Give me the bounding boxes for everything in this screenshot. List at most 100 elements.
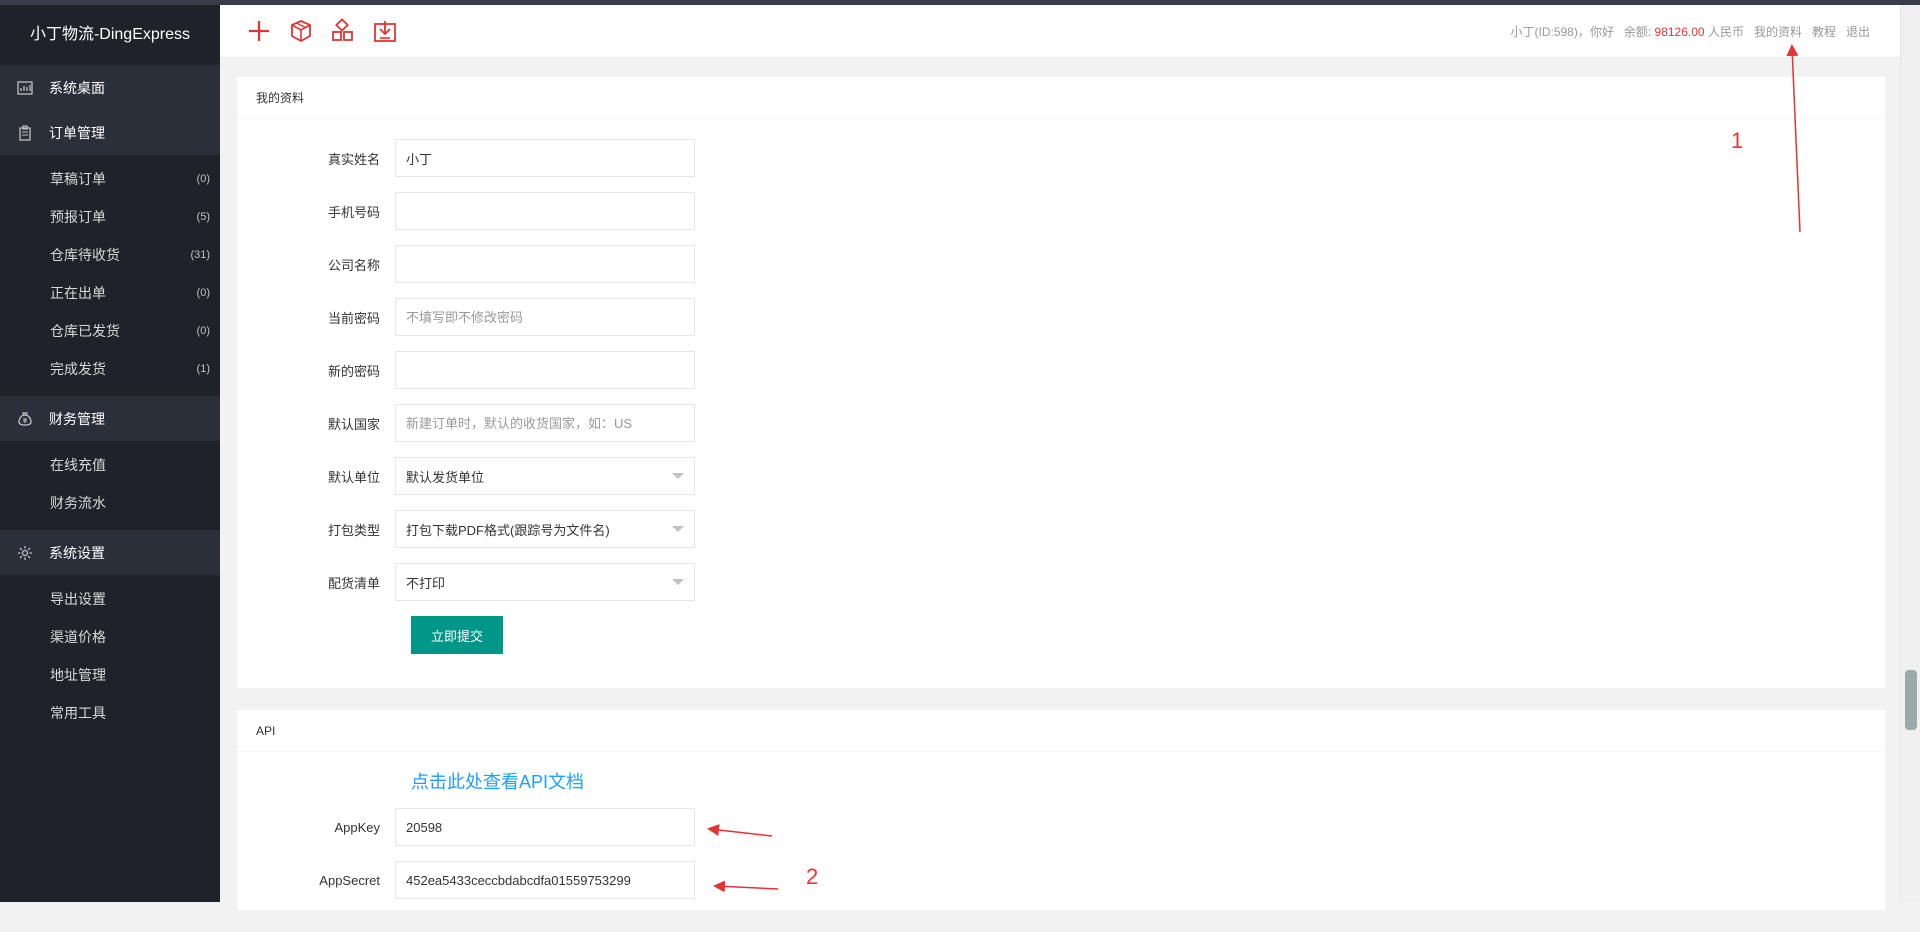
profile-form: 真实姓名 手机号码 公司名称 当前密码 新的密码 默认国家 — [237, 119, 1885, 688]
sidebar-group-label: 财务管理 — [49, 410, 105, 427]
sidebar-item-draft-orders[interactable]: 草稿订单 (0) — [0, 160, 220, 198]
field-label: AppSecret — [319, 872, 380, 888]
default-unit-select[interactable]: 默认发货单位 — [395, 457, 695, 495]
balance-label: 余额: — [1623, 24, 1652, 39]
appkey-input[interactable] — [395, 808, 695, 846]
phone-input[interactable] — [395, 192, 695, 230]
vertical-scrollbar[interactable] — [1900, 5, 1920, 902]
sidebar-item-transactions[interactable]: 财务流水 — [0, 484, 220, 522]
money-bag-icon — [17, 411, 33, 427]
download-icon[interactable] — [372, 18, 398, 44]
sidebar-group-label: 系统设置 — [49, 544, 105, 561]
sidebar-item-forecast-orders[interactable]: 预报订单 (5) — [0, 198, 220, 236]
grid-icon[interactable] — [330, 18, 356, 44]
add-icon[interactable] — [246, 18, 272, 44]
user-info: 小丁(ID:598)，你好 余额: 98126.00 人民币 我的资料 教程 退… — [1510, 23, 1900, 40]
annotation-label-1: 1 — [1731, 128, 1744, 153]
toolbar — [220, 18, 398, 44]
form-row-picking-list: 配货清单 不打印 — [237, 563, 1885, 601]
scrollbar-thumb[interactable] — [1905, 670, 1917, 730]
sidebar-group-dashboard[interactable]: 系统桌面 — [0, 65, 220, 110]
sidebar-item-common-tools[interactable]: 常用工具 — [0, 694, 220, 732]
sidebar-item-channel-price[interactable]: 渠道价格 — [0, 618, 220, 656]
sidebar-item-label: 常用工具 — [50, 705, 106, 721]
api-form: 点击此处查看API文档 AppKey AppSecret — [237, 752, 1885, 899]
sidebar-group-label: 系统桌面 — [49, 79, 105, 96]
sidebar-group-orders[interactable]: 订单管理 — [0, 110, 220, 155]
select-value: 不打印 — [406, 575, 446, 591]
sidebar-item-label: 预报订单 — [50, 209, 106, 225]
sidebar-item-warehouse-shipped[interactable]: 仓库已发货 (0) — [0, 312, 220, 350]
sidebar-item-warehouse-pending[interactable]: 仓库待收货 (31) — [0, 236, 220, 274]
picking-list-select[interactable]: 不打印 — [395, 563, 695, 601]
gear-icon — [17, 545, 33, 561]
app-logo: 小丁物流-DingExpress — [0, 5, 220, 65]
pack-type-select[interactable]: 打包下载PDF格式(跟踪号为文件名) — [395, 510, 695, 548]
sidebar-item-label: 在线充值 — [50, 457, 106, 473]
form-row-appkey: AppKey — [237, 808, 1885, 846]
api-card: API 点击此处查看API文档 AppKey AppSecret — [237, 710, 1885, 910]
field-label: 手机号码 — [327, 204, 380, 220]
form-row-appsecret: AppSecret — [237, 861, 1885, 899]
field-label: 公司名称 — [327, 257, 380, 273]
form-row-phone: 手机号码 — [237, 192, 1885, 230]
user-greeting: 小丁(ID:598)，你好 — [1510, 24, 1614, 39]
sidebar-item-address-management[interactable]: 地址管理 — [0, 656, 220, 694]
logout-link[interactable]: 退出 — [1846, 23, 1870, 40]
field-label: AppKey — [334, 819, 380, 835]
sidebar-item-export-settings[interactable]: 导出设置 — [0, 580, 220, 618]
select-value: 默认发货单位 — [406, 469, 485, 485]
new-password-input[interactable] — [395, 351, 695, 389]
sidebar-item-label: 草稿订单 — [50, 171, 106, 187]
sidebar-item-count: (5) — [196, 211, 210, 223]
select-value: 打包下载PDF格式(跟踪号为文件名) — [406, 522, 610, 538]
clipboard-icon — [17, 124, 33, 141]
my-profile-link[interactable]: 我的资料 — [1754, 23, 1802, 40]
annotation-label-2: 2 — [806, 864, 819, 889]
field-label: 打包类型 — [327, 522, 380, 538]
balance-info: 余额: 98126.00 人民币 — [1624, 23, 1744, 40]
sidebar-item-issuing[interactable]: 正在出单 (0) — [0, 274, 220, 312]
balance-value: 98126.00 — [1654, 24, 1705, 39]
current-password-input[interactable] — [395, 298, 695, 336]
sidebar-item-label: 渠道价格 — [50, 629, 106, 645]
field-label: 配货清单 — [327, 575, 380, 591]
sidebar-item-recharge[interactable]: 在线充值 — [0, 446, 220, 484]
form-row-real-name: 真实姓名 — [237, 139, 1885, 177]
sidebar-item-count: (0) — [196, 325, 210, 337]
sidebar-group-label: 订单管理 — [49, 124, 105, 141]
sidebar-group-finance[interactable]: 财务管理 — [0, 396, 220, 441]
form-row-default-unit: 默认单位 默认发货单位 — [237, 457, 1885, 495]
sidebar-item-label: 财务流水 — [50, 495, 106, 511]
company-input[interactable] — [395, 245, 695, 283]
sidebar-finance-submenu: 在线充值 财务流水 — [0, 441, 220, 530]
default-country-input[interactable] — [395, 404, 695, 442]
package-icon[interactable] — [288, 18, 314, 44]
main-content: 我的资料 真实姓名 手机号码 公司名称 当前密码 新的密码 — [237, 77, 1885, 932]
real-name-input[interactable] — [395, 139, 695, 177]
api-doc-link[interactable]: 点击此处查看API文档 — [411, 768, 584, 796]
sidebar-item-label: 地址管理 — [50, 667, 106, 683]
api-card-title: API — [237, 710, 1885, 752]
form-row-company: 公司名称 — [237, 245, 1885, 283]
submit-button[interactable]: 立即提交 — [411, 616, 503, 654]
sidebar-item-count: (0) — [196, 287, 210, 299]
sidebar-item-label: 导出设置 — [50, 591, 106, 607]
appsecret-input[interactable] — [395, 861, 695, 899]
currency-label: 人民币 — [1707, 24, 1744, 39]
sidebar-item-completed[interactable]: 完成发货 (1) — [0, 350, 220, 388]
sidebar-item-label: 正在出单 — [50, 285, 106, 301]
sidebar-item-label: 仓库待收货 — [50, 247, 120, 263]
form-row-default-country: 默认国家 — [237, 404, 1885, 442]
form-row-pack-type: 打包类型 打包下载PDF格式(跟踪号为文件名) — [237, 510, 1885, 548]
chevron-down-icon — [672, 473, 684, 479]
sidebar-settings-submenu: 导出设置 渠道价格 地址管理 常用工具 — [0, 575, 220, 740]
sidebar-group-settings[interactable]: 系统设置 — [0, 530, 220, 575]
sidebar-item-label: 完成发货 — [50, 361, 106, 377]
profile-card: 我的资料 真实姓名 手机号码 公司名称 当前密码 新的密码 — [237, 77, 1885, 688]
form-row-new-password: 新的密码 — [237, 351, 1885, 389]
top-header: 小丁(ID:598)，你好 余额: 98126.00 人民币 我的资料 教程 退… — [220, 5, 1900, 58]
tutorial-link[interactable]: 教程 — [1812, 23, 1836, 40]
chevron-down-icon — [672, 526, 684, 532]
field-label: 默认国家 — [327, 416, 380, 432]
